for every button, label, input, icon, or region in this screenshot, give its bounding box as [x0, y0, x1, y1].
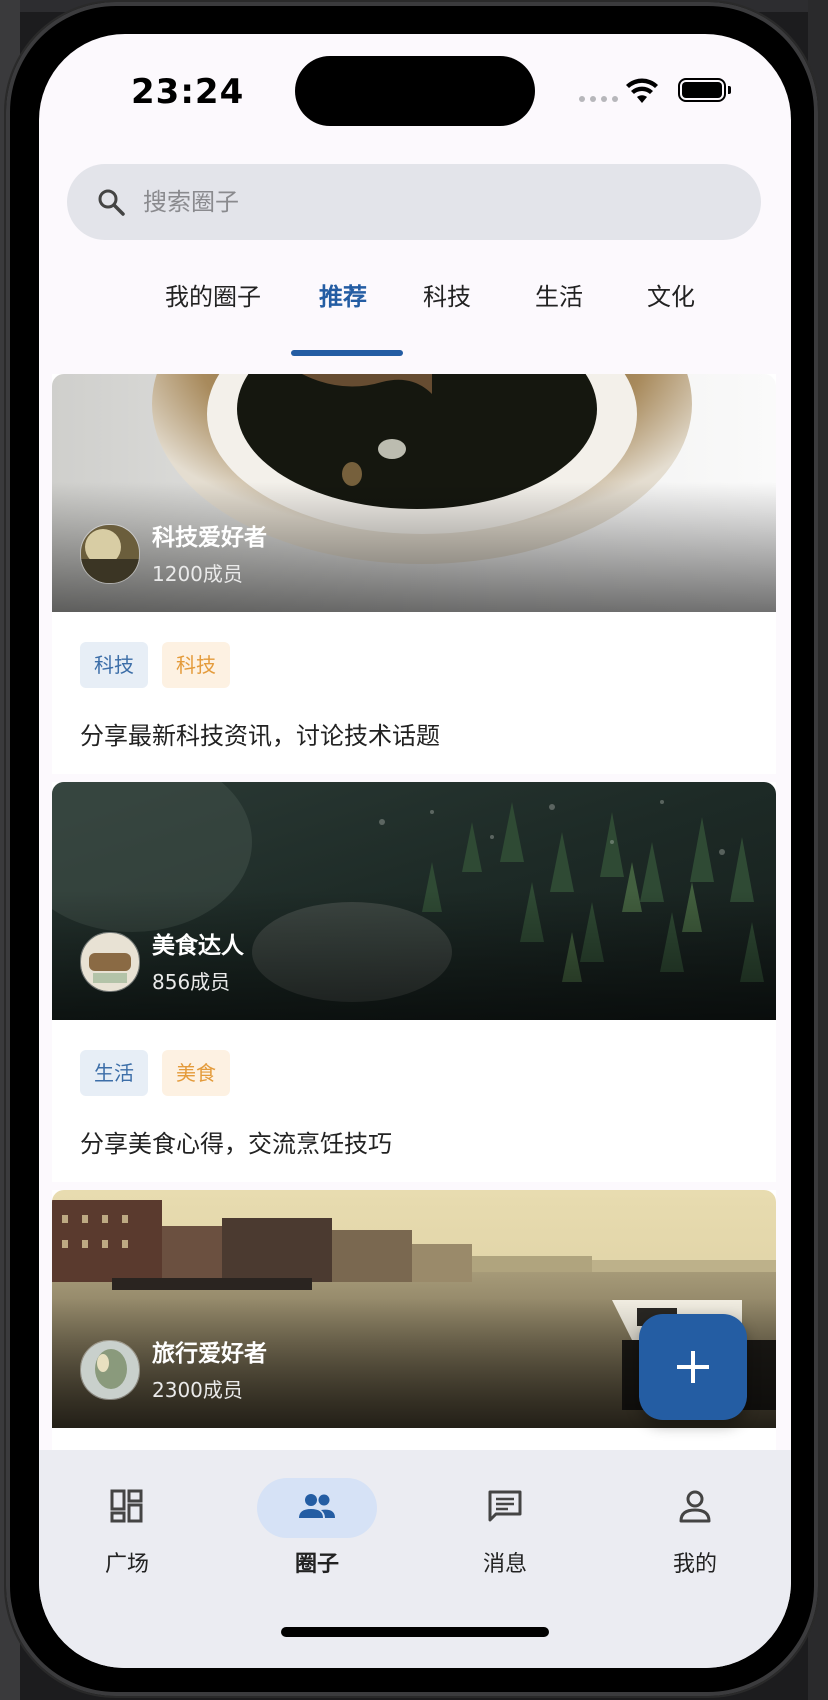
- circle-description: 分享美食心得，交流烹饪技巧: [80, 1130, 392, 1158]
- circle-member-count: 1200成员: [152, 562, 243, 586]
- message-icon: [488, 1490, 522, 1522]
- circle-cover-image: 美食达人 856成员: [52, 782, 776, 1020]
- home-indicator: [281, 1627, 549, 1637]
- app-screen: 23:24 我的圈子 推荐 科技 生活 文化: [39, 34, 791, 1668]
- nav-label: 圈子: [294, 1552, 339, 1577]
- circle-card[interactable]: 科技爱好者 1200成员 科技 科技 分享最新科技资讯，讨论技术话题: [52, 374, 776, 774]
- phone-frame: 23:24 我的圈子 推荐 科技 生活 文化: [6, 2, 818, 1696]
- nav-item-square[interactable]: 广场: [67, 1470, 187, 1578]
- wifi-icon: [626, 78, 658, 103]
- search-input[interactable]: [141, 187, 665, 217]
- category-tag[interactable]: 科技: [80, 642, 148, 688]
- circle-avatar: [80, 524, 140, 584]
- plus-icon: [677, 1351, 709, 1383]
- topic-tag[interactable]: 美食: [162, 1050, 230, 1096]
- circle-cover-image: 科技爱好者 1200成员: [52, 374, 776, 612]
- search-bar[interactable]: [67, 164, 761, 240]
- nav-item-circles[interactable]: 圈子: [257, 1470, 377, 1578]
- category-tag[interactable]: 生活: [80, 1050, 148, 1096]
- cellular-signal-icon: [579, 96, 618, 102]
- circle-avatar: [80, 932, 140, 992]
- person-icon: [679, 1490, 711, 1523]
- circle-member-count: 856成员: [152, 970, 231, 994]
- nav-label: 广场: [104, 1552, 149, 1577]
- tab-culture[interactable]: 文化: [647, 272, 695, 332]
- status-bar: 23:24: [39, 34, 791, 154]
- circle-name: 美食达人: [152, 933, 244, 959]
- tab-my-circles[interactable]: 我的圈子: [165, 272, 261, 332]
- circle-name: 旅行爱好者: [152, 1341, 267, 1367]
- tab-life[interactable]: 生活: [535, 272, 583, 332]
- nav-item-messages[interactable]: 消息: [445, 1470, 565, 1578]
- nav-label: 我的: [672, 1552, 717, 1577]
- search-icon: [98, 189, 125, 216]
- dashboard-icon: [110, 1489, 143, 1523]
- nav-label: 消息: [482, 1552, 527, 1577]
- tab-technology[interactable]: 科技: [423, 272, 471, 332]
- dynamic-island: [295, 56, 535, 126]
- create-circle-button[interactable]: [639, 1314, 747, 1420]
- circle-card[interactable]: 美食达人 856成员 生活 美食 分享美食心得，交流烹饪技巧: [52, 782, 776, 1182]
- battery-icon: [678, 78, 731, 102]
- category-tabs: 我的圈子 推荐 科技 生活 文化: [39, 272, 791, 362]
- nav-item-me[interactable]: 我的: [635, 1470, 755, 1578]
- status-time: 23:24: [131, 72, 245, 112]
- active-tab-indicator: [291, 350, 403, 356]
- tab-recommended[interactable]: 推荐: [319, 272, 367, 332]
- circle-name: 科技爱好者: [152, 525, 267, 551]
- circle-tags: 生活 美食: [80, 1050, 230, 1096]
- circle-avatar: [80, 1340, 140, 1400]
- topic-tag[interactable]: 科技: [162, 642, 230, 688]
- circle-description: 分享最新科技资讯，讨论技术话题: [80, 722, 440, 750]
- group-icon: [299, 1494, 335, 1518]
- circle-tags: 科技 科技: [80, 642, 230, 688]
- circle-member-count: 2300成员: [152, 1378, 243, 1402]
